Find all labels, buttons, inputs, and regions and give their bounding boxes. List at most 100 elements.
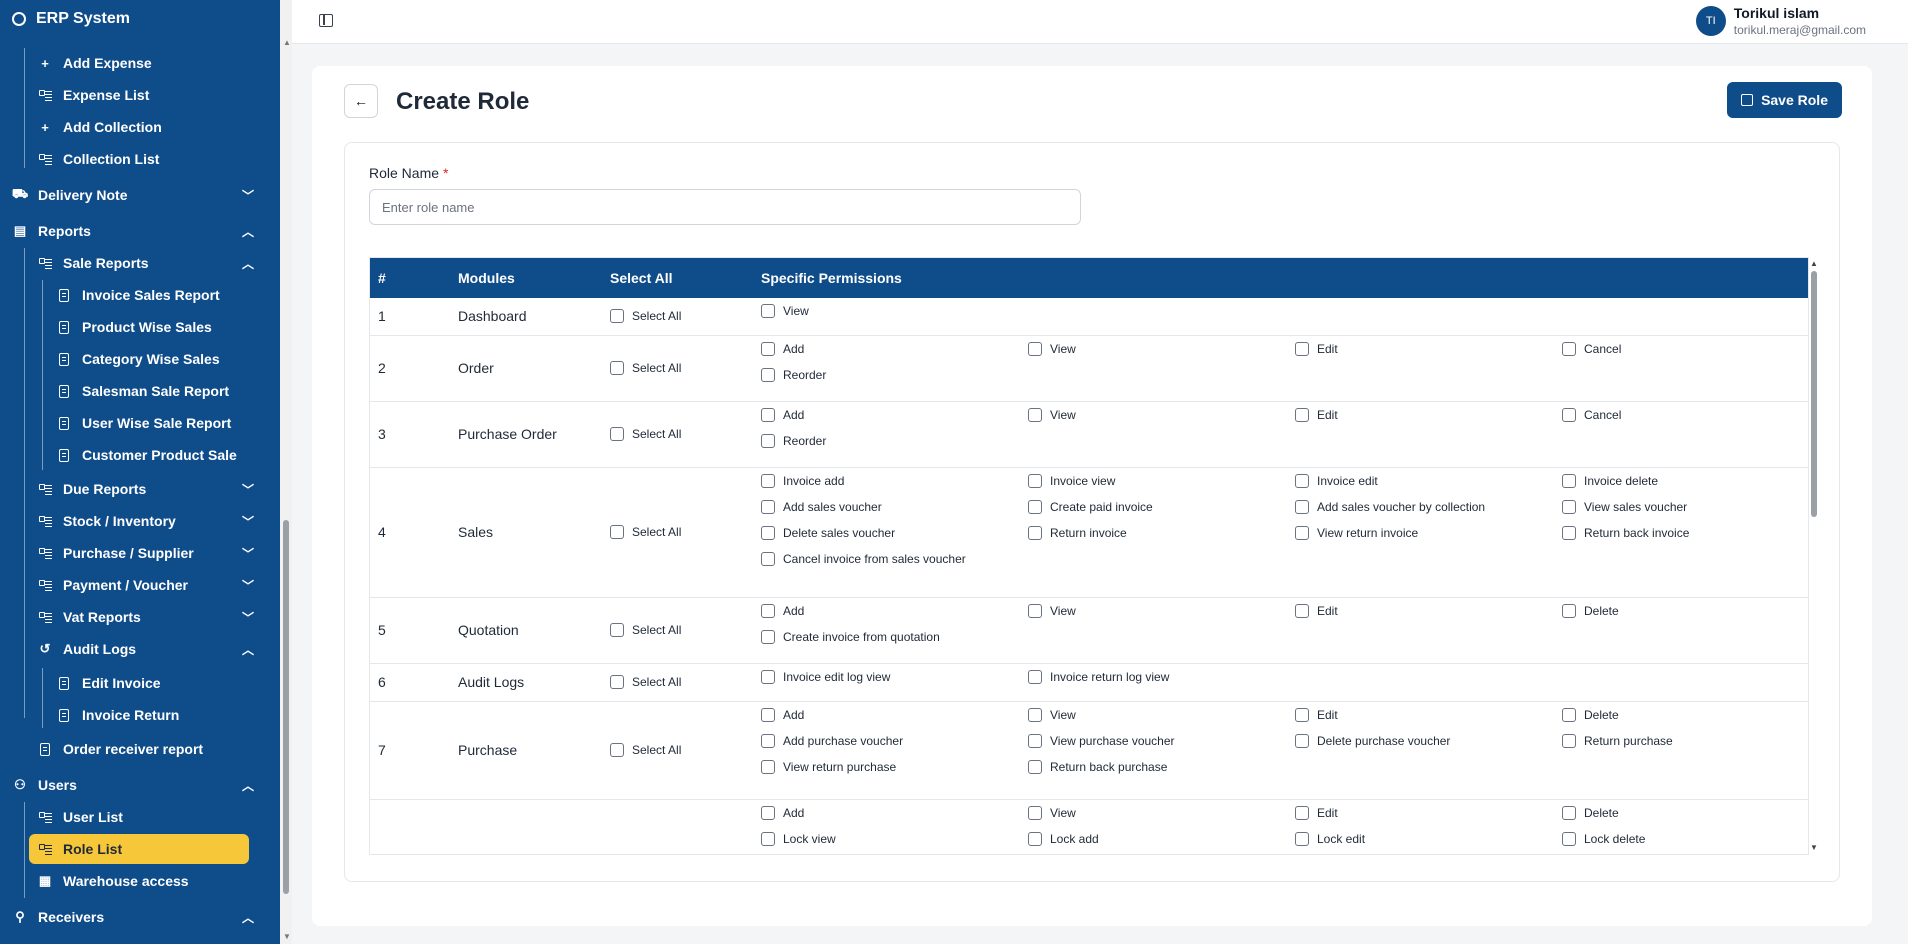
permission-checkbox[interactable]: Delete — [1562, 604, 1619, 618]
checkbox[interactable] — [761, 670, 775, 684]
sidebar-item-sale-reports[interactable]: Sale Reports ︿ — [0, 248, 280, 278]
checkbox[interactable] — [1562, 408, 1576, 422]
permission-checkbox[interactable]: Add — [761, 806, 804, 820]
select-all-checkbox[interactable]: Select All — [610, 743, 681, 757]
permission-checkbox[interactable]: Add sales voucher by collection — [1295, 500, 1485, 514]
permission-checkbox[interactable]: View purchase voucher — [1028, 734, 1175, 748]
checkbox[interactable] — [1295, 526, 1309, 540]
permission-checkbox[interactable]: Edit — [1295, 806, 1338, 820]
sidebar-item-collection-list[interactable]: Collection List — [0, 144, 280, 174]
sidebar-item-warehouse-access[interactable]: ▦ Warehouse access — [0, 866, 280, 896]
permission-checkbox[interactable]: Delete — [1562, 806, 1619, 820]
checkbox[interactable] — [761, 474, 775, 488]
permission-checkbox[interactable]: View sales voucher — [1562, 500, 1687, 514]
permission-checkbox[interactable]: View return invoice — [1295, 526, 1418, 540]
sidebar-item-expense-list[interactable]: Expense List — [0, 80, 280, 110]
chevron-up-icon[interactable]: ︿ — [242, 255, 254, 272]
checkbox[interactable] — [1562, 342, 1576, 356]
permission-checkbox[interactable]: Invoice delete — [1562, 474, 1658, 488]
checkbox[interactable] — [761, 734, 775, 748]
checkbox[interactable] — [1028, 708, 1042, 722]
permission-checkbox[interactable]: Cancel invoice from sales voucher — [761, 552, 966, 566]
permission-checkbox[interactable]: Add — [761, 604, 804, 618]
checkbox[interactable] — [1028, 832, 1042, 846]
sidebar-item-product-wise-sales[interactable]: Product Wise Sales — [0, 312, 280, 342]
chevron-up-icon[interactable]: ︿ — [242, 223, 254, 240]
checkbox[interactable] — [1028, 734, 1042, 748]
chevron-down-icon[interactable]: ﹀ — [242, 545, 254, 562]
permission-checkbox[interactable]: Invoice view — [1028, 474, 1115, 488]
checkbox[interactable] — [610, 743, 624, 757]
permission-checkbox[interactable]: View — [1028, 806, 1076, 820]
checkbox[interactable] — [610, 427, 624, 441]
sidebar-item-vat-reports[interactable]: Vat Reports ﹀ — [0, 602, 280, 632]
select-all-checkbox[interactable]: Select All — [610, 309, 681, 323]
checkbox[interactable] — [761, 604, 775, 618]
permission-checkbox[interactable]: Invoice add — [761, 474, 844, 488]
checkbox[interactable] — [761, 832, 775, 846]
permission-checkbox[interactable]: View — [1028, 342, 1076, 356]
sidebar-item-invoice-sales-report[interactable]: Invoice Sales Report — [0, 280, 280, 310]
permission-checkbox[interactable]: View — [761, 304, 809, 318]
select-all-checkbox[interactable]: Select All — [610, 525, 681, 539]
checkbox[interactable] — [1562, 734, 1576, 748]
checkbox[interactable] — [1562, 526, 1576, 540]
checkbox[interactable] — [1562, 806, 1576, 820]
sidebar-item-due-reports[interactable]: Due Reports ﹀ — [0, 474, 280, 504]
sidebar-item-edit-invoice[interactable]: Edit Invoice — [0, 668, 280, 698]
permission-checkbox[interactable]: Create invoice from quotation — [761, 630, 940, 644]
brand[interactable]: ERP System — [12, 8, 130, 30]
back-button[interactable]: ← — [344, 84, 378, 118]
checkbox[interactable] — [761, 806, 775, 820]
chevron-down-icon[interactable]: ﹀ — [242, 187, 254, 204]
checkbox[interactable] — [761, 500, 775, 514]
sidebar-toggle-icon[interactable] — [319, 14, 333, 27]
permission-checkbox[interactable]: Lock delete — [1562, 832, 1645, 846]
checkbox[interactable] — [761, 342, 775, 356]
permission-checkbox[interactable]: Edit — [1295, 408, 1338, 422]
checkbox[interactable] — [1295, 604, 1309, 618]
permission-checkbox[interactable]: View — [1028, 708, 1076, 722]
permission-checkbox[interactable]: View — [1028, 604, 1076, 618]
permission-checkbox[interactable]: Cancel — [1562, 408, 1621, 422]
select-all-checkbox[interactable]: Select All — [610, 675, 681, 689]
permission-checkbox[interactable]: Return back invoice — [1562, 526, 1689, 540]
permission-checkbox[interactable]: Add — [761, 708, 804, 722]
checkbox[interactable] — [1295, 474, 1309, 488]
checkbox[interactable] — [1562, 500, 1576, 514]
permission-checkbox[interactable]: Create paid invoice — [1028, 500, 1153, 514]
sidebar-item-purchase-supplier[interactable]: Purchase / Supplier ﹀ — [0, 538, 280, 568]
save-role-button[interactable]: Save Role — [1727, 82, 1842, 118]
sidebar-item-reports[interactable]: ▤ Reports ︿ — [0, 216, 280, 246]
avatar[interactable]: TI — [1695, 6, 1726, 36]
chevron-up-icon[interactable]: ︿ — [242, 641, 254, 658]
chevron-down-icon[interactable]: ﹀ — [242, 513, 254, 530]
checkbox[interactable] — [610, 525, 624, 539]
permission-checkbox[interactable]: Cancel — [1562, 342, 1621, 356]
permission-checkbox[interactable]: Lock edit — [1295, 832, 1365, 846]
permission-checkbox[interactable]: Add purchase voucher — [761, 734, 903, 748]
checkbox[interactable] — [761, 526, 775, 540]
sidebar-item-user-wise-sale-report[interactable]: User Wise Sale Report — [0, 408, 280, 438]
checkbox[interactable] — [761, 434, 775, 448]
checkbox[interactable] — [1295, 832, 1309, 846]
checkbox[interactable] — [1295, 734, 1309, 748]
sidebar-item-add-expense[interactable]: + Add Expense — [0, 48, 280, 78]
scroll-up-icon[interactable]: ▲ — [283, 38, 291, 47]
checkbox[interactable] — [1295, 806, 1309, 820]
checkbox[interactable] — [1028, 474, 1042, 488]
permission-checkbox[interactable]: Delete purchase voucher — [1295, 734, 1450, 748]
checkbox[interactable] — [1028, 500, 1042, 514]
chevron-down-icon[interactable]: ﹀ — [242, 481, 254, 498]
select-all-checkbox[interactable]: Select All — [610, 427, 681, 441]
sidebar-item-invoice-return[interactable]: Invoice Return — [0, 700, 280, 730]
sidebar-item-role-list[interactable]: Role List — [29, 834, 249, 864]
permission-checkbox[interactable]: Return purchase — [1562, 734, 1673, 748]
permission-checkbox[interactable]: Add — [761, 342, 804, 356]
sidebar-item-receivers[interactable]: ⚲ Receivers ︿ — [0, 902, 280, 932]
checkbox[interactable] — [1028, 760, 1042, 774]
table-scroll-up-icon[interactable]: ▲ — [1810, 259, 1818, 268]
sidebar-item-salesman-sale-report[interactable]: Salesman Sale Report — [0, 376, 280, 406]
checkbox[interactable] — [1028, 408, 1042, 422]
permission-checkbox[interactable]: Invoice edit — [1295, 474, 1378, 488]
